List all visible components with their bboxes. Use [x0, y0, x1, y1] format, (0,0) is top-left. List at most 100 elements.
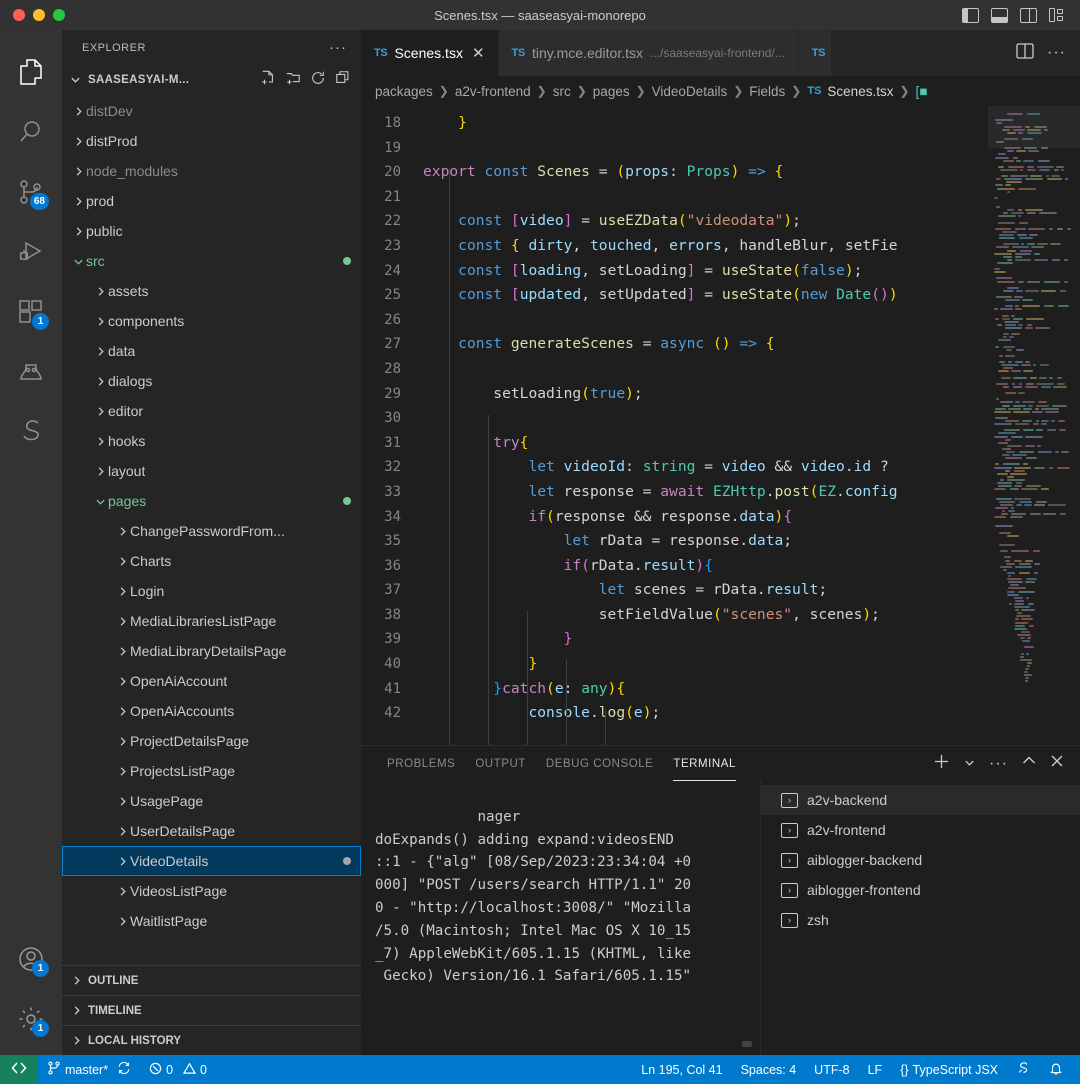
tree-item-usagepage[interactable]: UsagePage [62, 786, 361, 816]
breadcrumb-item[interactable]: VideoDetails [652, 84, 728, 99]
tree-item-changepasswordfrom[interactable]: ChangePasswordFrom... [62, 516, 361, 546]
tab-output[interactable]: OUTPUT [465, 746, 536, 781]
code-line[interactable]: 28 [361, 357, 988, 382]
code-line[interactable]: 26 [361, 308, 988, 333]
new-terminal-plus-icon[interactable] [933, 753, 950, 775]
code-line[interactable]: 41 }catch(e: any){ [361, 677, 988, 702]
activity-explorer[interactable] [0, 42, 62, 102]
code-line[interactable]: 19 [361, 136, 988, 161]
status-sourcery[interactable] [1007, 1055, 1040, 1084]
tree-item-distprod[interactable]: distProd [62, 126, 361, 156]
section-local-history[interactable]: LOCAL HISTORY [62, 1025, 361, 1055]
terminal-scrollbar[interactable] [742, 1041, 752, 1047]
tab-debug-console[interactable]: DEBUG CONSOLE [536, 746, 663, 781]
activity-sourcery[interactable] [0, 402, 62, 462]
tree-item-projectslistpage[interactable]: ProjectsListPage [62, 756, 361, 786]
maximize-window-button[interactable] [53, 9, 65, 21]
overview-ruler[interactable] [1066, 106, 1080, 745]
new-file-icon[interactable] [260, 70, 276, 89]
maximize-panel-icon[interactable] [1022, 754, 1036, 773]
tree-item-data[interactable]: data [62, 336, 361, 366]
tree-item-videoslistpage[interactable]: VideosListPage [62, 876, 361, 906]
activity-accounts[interactable]: 1 [0, 929, 62, 989]
status-language-mode[interactable]: {} TypeScript JSX [891, 1055, 1007, 1084]
code-line[interactable]: 40 } [361, 652, 988, 677]
status-notifications[interactable] [1040, 1055, 1072, 1084]
tree-item-videodetails[interactable]: VideoDetails [62, 846, 361, 876]
toggle-primary-sidebar-icon[interactable] [962, 7, 979, 23]
breadcrumb-item[interactable]: packages [375, 84, 433, 99]
tree-item-userdetailspage[interactable]: UserDetailsPage [62, 816, 361, 846]
code-line[interactable]: 33 let response = await EZHttp.post(EZ.c… [361, 480, 988, 505]
section-timeline[interactable]: TIMELINE [62, 995, 361, 1025]
breadcrumb-symbol[interactable]: [■ [916, 84, 928, 99]
status-branch[interactable]: master* [38, 1055, 140, 1084]
collapse-all-icon[interactable] [335, 70, 351, 89]
tree-item-prod[interactable]: prod [62, 186, 361, 216]
customize-layout-icon[interactable] [1049, 8, 1066, 23]
remote-window-button[interactable] [0, 1055, 38, 1084]
code-line[interactable]: 38 setFieldValue("scenes", scenes); [361, 603, 988, 628]
tree-item-distdev[interactable]: distDev [62, 96, 361, 126]
code-line[interactable]: 30 [361, 406, 988, 431]
code-line[interactable]: 31 try{ [361, 431, 988, 456]
status-eol[interactable]: LF [859, 1055, 892, 1084]
activity-source-control[interactable]: 68 [0, 162, 62, 222]
tree-item-openaiaccounts[interactable]: OpenAiAccounts [62, 696, 361, 726]
activity-extensions[interactable]: 1 [0, 282, 62, 342]
status-problems[interactable]: 0 0 [140, 1055, 216, 1084]
terminal-item-a2v-frontend[interactable]: › a2v-frontend [761, 815, 1080, 845]
code-area[interactable]: 18 } 19 20 export const Scenes = (props: Pr… [361, 106, 988, 745]
tree-item-public[interactable]: public [62, 216, 361, 246]
tree-item-dialogs[interactable]: dialogs [62, 366, 361, 396]
panel-more-actions-icon[interactable]: ··· [989, 755, 1008, 772]
sidebar-more-actions[interactable]: ··· [329, 40, 347, 55]
code-line[interactable]: 27 const generateScenes = async () => { [361, 332, 988, 357]
code-line[interactable]: 22 const [video] = useEZData("videodata"… [361, 209, 988, 234]
code-line[interactable]: 32 let videoId: string = video && video.… [361, 455, 988, 480]
close-window-button[interactable] [13, 9, 25, 21]
window-controls[interactable] [0, 9, 65, 21]
tree-item-projectdetailspage[interactable]: ProjectDetailsPage [62, 726, 361, 756]
file-tree[interactable]: distDev distProd node_modules prod public src… [62, 94, 361, 964]
tree-item-pages[interactable]: pages [62, 486, 361, 516]
code-line[interactable]: 37 let scenes = rData.result; [361, 578, 988, 603]
activity-settings[interactable]: 1 [0, 989, 62, 1049]
activity-search[interactable] [0, 102, 62, 162]
status-encoding[interactable]: UTF-8 [805, 1055, 858, 1084]
breadcrumb[interactable]: packages ❯ a2v-frontend ❯ src ❯ pages ❯ VideoDet… [361, 76, 1080, 106]
editor-more-actions-icon[interactable]: ··· [1047, 45, 1066, 61]
tree-item-hooks[interactable]: hooks [62, 426, 361, 456]
code-line[interactable]: 21 [361, 185, 988, 210]
new-folder-icon[interactable] [285, 70, 301, 89]
close-icon[interactable]: ✕ [472, 46, 485, 61]
section-outline[interactable]: OUTLINE [62, 965, 361, 995]
tree-item-assets[interactable]: assets [62, 276, 361, 306]
refresh-icon[interactable] [310, 70, 326, 89]
terminal-item-a2v-backend[interactable]: › a2v-backend [761, 785, 1080, 815]
activity-run-debug[interactable] [0, 222, 62, 282]
tree-item-editor[interactable]: editor [62, 396, 361, 426]
activity-testing[interactable] [0, 342, 62, 402]
sync-icon[interactable] [117, 1061, 131, 1078]
minimap[interactable] [988, 106, 1080, 745]
code-line[interactable]: 20 export const Scenes = (props: Props) =… [361, 160, 988, 185]
tab-tiny-mce-editor-tsx[interactable]: TS tiny.mce.editor.tsx .../saaseasyai-fr… [498, 30, 799, 76]
code-line[interactable]: 39 } [361, 627, 988, 652]
breadcrumb-item[interactable]: src [553, 84, 571, 99]
code-line[interactable]: 34 if(response && response.data){ [361, 505, 988, 530]
minimap-slider[interactable] [988, 106, 1080, 148]
tree-item-medialibrarieslistpage[interactable]: MediaLibrariesListPage [62, 606, 361, 636]
terminal-instance-list[interactable]: › a2v-backend › a2v-frontend › aiblogger-back… [760, 781, 1080, 1055]
tree-item-src[interactable]: src [62, 246, 361, 276]
terminal-item-aiblogger-frontend[interactable]: › aiblogger-frontend [761, 875, 1080, 905]
tree-item-components[interactable]: components [62, 306, 361, 336]
close-panel-icon[interactable] [1050, 754, 1064, 773]
folder-section-header[interactable]: SAASEASYAI-M... [62, 65, 361, 94]
tab-scenes-tsx[interactable]: TS Scenes.tsx ✕ [361, 30, 499, 76]
tab-terminal[interactable]: TERMINAL [663, 746, 746, 781]
toggle-secondary-sidebar-icon[interactable] [1020, 7, 1037, 23]
terminal-item-aiblogger-backend[interactable]: › aiblogger-backend [761, 845, 1080, 875]
code-line[interactable]: 24 const [loading, setLoading] = useStat… [361, 259, 988, 284]
tree-item-charts[interactable]: Charts [62, 546, 361, 576]
